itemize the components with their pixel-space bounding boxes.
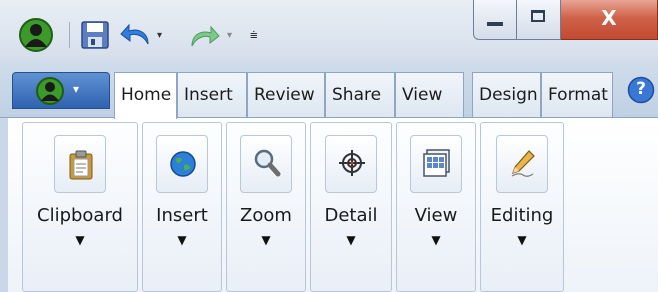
- tab-label: View: [402, 85, 443, 105]
- help-button[interactable]: ?: [627, 76, 655, 104]
- group-label: Insert: [156, 205, 208, 226]
- group-detail[interactable]: Detail ▼: [310, 122, 392, 292]
- title-bar: ▾ ▾ ⩧ X: [0, 0, 658, 62]
- tab-share[interactable]: Share: [325, 72, 395, 118]
- save-icon[interactable]: [80, 20, 110, 50]
- chevron-down-icon[interactable]: ▼: [23, 233, 137, 247]
- group-insert[interactable]: Insert ▼: [142, 122, 222, 292]
- app-menu-logo-icon: [36, 77, 64, 105]
- group-view[interactable]: View ▼: [396, 122, 476, 292]
- app-logo-icon[interactable]: [18, 17, 54, 53]
- ribbon-edge: [0, 118, 8, 292]
- tab-view[interactable]: View: [395, 72, 464, 118]
- group-label: Clipboard: [37, 205, 123, 226]
- chevron-down-icon[interactable]: ▼: [397, 233, 475, 247]
- magnifier-icon: [254, 149, 281, 177]
- zoom-button[interactable]: [240, 135, 292, 193]
- undo-dropdown-icon[interactable]: ▾: [157, 30, 162, 41]
- redo-dropdown-icon[interactable]: ▾: [227, 30, 232, 41]
- tab-label: Format: [548, 85, 608, 105]
- minimize-icon: [487, 22, 503, 26]
- help-glyph: ?: [636, 79, 646, 99]
- group-label: Detail: [324, 205, 378, 226]
- tab-label: Review: [254, 85, 315, 105]
- customize-qat-icon[interactable]: ⩧: [250, 28, 258, 43]
- tab-label: Insert: [184, 85, 233, 105]
- application-menu-button[interactable]: ▾: [12, 72, 110, 109]
- window-controls: X: [465, 0, 658, 42]
- clipboard-icon: [69, 150, 93, 180]
- close-icon: X: [601, 6, 617, 30]
- chevron-down-icon[interactable]: ▼: [143, 233, 221, 247]
- group-clipboard[interactable]: Clipboard ▼: [22, 122, 138, 292]
- tab-label: Design: [479, 85, 538, 105]
- maximize-button[interactable]: [517, 0, 561, 40]
- tab-label: Share: [332, 85, 382, 105]
- clipboard-button[interactable]: [54, 135, 106, 193]
- tab-format[interactable]: Format: [541, 72, 613, 118]
- view-button[interactable]: [410, 135, 462, 193]
- group-label: View: [414, 205, 458, 226]
- globe-icon: [170, 151, 196, 177]
- undo-icon[interactable]: [120, 22, 152, 48]
- target-icon: [339, 150, 365, 176]
- minimize-button[interactable]: [473, 0, 517, 40]
- insert-button[interactable]: [156, 135, 208, 193]
- tab-review[interactable]: Review: [247, 72, 325, 118]
- group-editing[interactable]: Editing ▼: [480, 122, 564, 292]
- ribbon-panel: Clipboard ▼ Insert ▼ Zoom ▼ Detail ▼ Vie…: [0, 117, 658, 292]
- pencil-icon: [511, 150, 535, 177]
- group-label: Editing: [490, 205, 554, 226]
- ribbon-tab-row: ▾ Home Insert Review Share View Design F…: [0, 62, 658, 119]
- redo-icon[interactable]: [188, 24, 220, 50]
- tab-label: Home: [121, 85, 172, 105]
- chevron-down-icon[interactable]: ▼: [311, 233, 391, 247]
- chevron-down-icon[interactable]: ▼: [481, 233, 563, 247]
- detail-button[interactable]: [325, 135, 377, 193]
- view-grid-icon: [423, 149, 450, 177]
- group-label: Zoom: [240, 205, 292, 226]
- chevron-down-icon[interactable]: ▼: [227, 233, 305, 247]
- tab-home[interactable]: Home: [114, 72, 177, 119]
- editing-button[interactable]: [496, 135, 548, 193]
- tab-insert[interactable]: Insert: [177, 72, 247, 118]
- maximize-icon: [531, 10, 545, 22]
- app-menu-arrow-icon: ▾: [73, 82, 80, 96]
- qat-separator: [69, 22, 70, 48]
- group-zoom[interactable]: Zoom ▼: [226, 122, 306, 292]
- tab-design[interactable]: Design: [472, 72, 541, 118]
- close-button[interactable]: X: [561, 0, 658, 40]
